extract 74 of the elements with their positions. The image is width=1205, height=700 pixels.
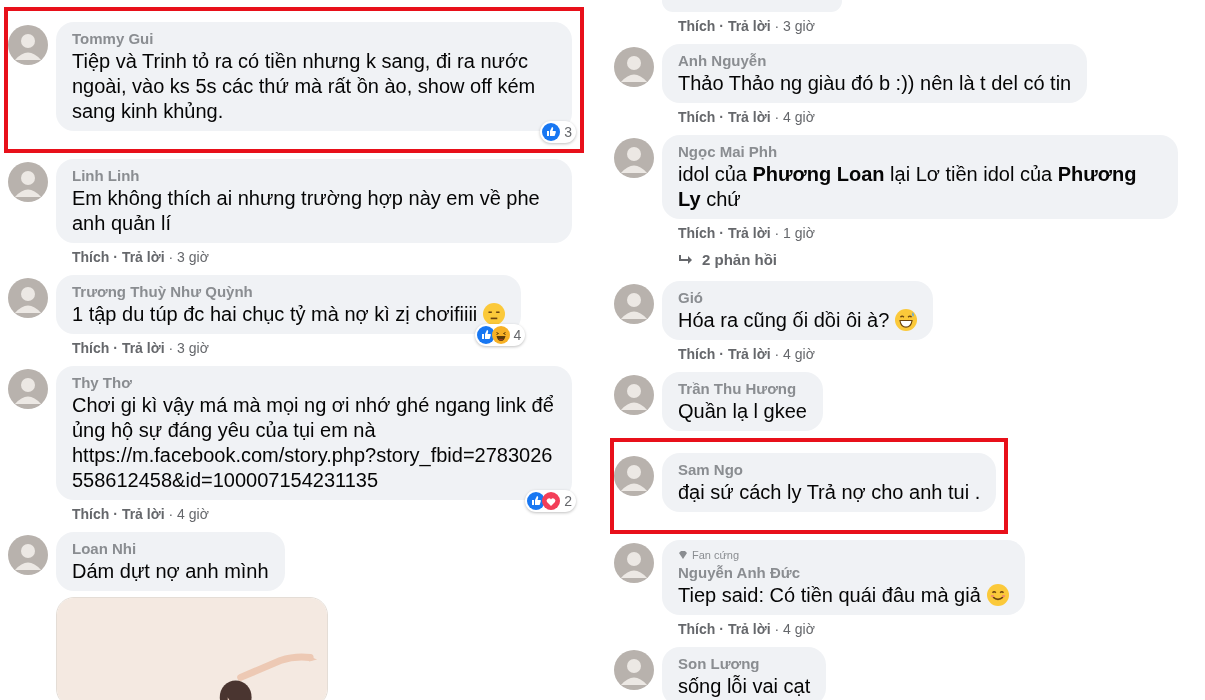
reaction-count[interactable]: 3 [540,121,576,143]
comment-text: 1 tập du túp đc hai chục tỷ mà nợ kì zị chơifiiii [72,302,478,327]
like-link[interactable]: Thích [678,618,716,640]
comment-text: Dám dựt nợ anh mình [72,559,269,584]
avatar[interactable] [8,25,48,65]
avatar[interactable] [8,162,48,202]
avatar[interactable] [8,535,48,575]
author-name[interactable]: Sam Ngo [678,460,981,480]
comment-time: · 1 giờ [774,223,815,243]
comment-time: · 4 giờ [774,619,815,639]
avatar[interactable] [614,47,654,87]
like-reaction-icon [476,326,495,344]
reply-link[interactable]: · Trả lời [113,503,165,525]
reply-link[interactable]: · Trả lời [719,222,771,244]
comment-time: · 3 giờ [168,338,209,358]
avatar[interactable] [8,278,48,318]
like-link[interactable]: Thích [678,106,716,128]
author-name[interactable]: Trần Thu Hương [678,379,807,399]
avatar[interactable] [8,369,48,409]
author-name[interactable]: Gió [678,288,918,308]
comment-text: Hóa ra cũng ối dồi ôi à? [678,308,890,333]
reply-link[interactable]: · Trả lời [719,343,771,365]
comment-text: đại sứ cách ly Trả nợ cho anh tui . [678,480,981,505]
like-reaction-icon [542,123,561,141]
like-link[interactable]: Thích [72,246,110,268]
author-name[interactable]: Loan Nhi [72,539,269,559]
reply-arrow-icon [678,254,694,266]
comment-time: · 3 giờ [168,247,209,267]
like-link[interactable]: Thích [72,337,110,359]
comment-text: Em không thích ai nhưng trường hợp này em về phe anh quản lí [72,186,541,236]
laughing-face-icon [491,326,510,344]
author-name[interactable]: Tommy Gui [72,29,556,49]
heart-reaction-icon [542,492,561,510]
reaction-count[interactable]: 2 [525,490,576,512]
author-name[interactable]: Son Lương [678,654,811,674]
comment-text: Tiệp và Trinh tỏ ra có tiền nhưng k sang, đi ra nước ngoài, vào ks 5s các thứ mà rất ồn ào, show off kém sang kinh khủng. [72,49,537,124]
comment-text: sống lỗi vai cạt [678,674,811,699]
comment-text: idol của Phương Loan lại Lơ tiền idol của Phương Ly chứ [678,162,1138,212]
reply-link[interactable]: · Trả lời [113,246,165,268]
link[interactable]: https://m.facebook.com/story.php?story_fbid=2783026558612458&id=100007154231135 [72,443,556,493]
diamond-icon [678,550,688,560]
author-name[interactable]: Linh Linh [72,166,556,186]
badge-label: Fan cứng [692,548,740,563]
like-link[interactable]: Thích [678,343,716,365]
like-link[interactable]: Thích [72,503,110,525]
comment-time: · 4 giờ [774,344,815,364]
grinning-sweat-emoji-icon [895,309,918,331]
comment-time: · 4 giờ [168,504,209,524]
avatar[interactable] [614,543,654,583]
reply-link[interactable]: · Trả lời [719,15,771,37]
author-name[interactable]: Anh Nguyễn [678,51,1072,71]
reply-link[interactable]: · Trả lời [113,337,165,359]
avatar[interactable] [614,138,654,178]
like-link[interactable]: Thích [678,222,716,244]
comment-time: · 4 giờ [774,107,815,127]
comment-text: Quần lạ l gkee [678,399,807,424]
author-name[interactable]: Trương Thuỳ Như Quỳnh [72,282,506,302]
smiling-face-emoji-icon [986,584,1009,606]
sad-face-emoji-icon [483,303,506,325]
comment-text: Tiep said: Có tiền quái đâu mà giả [678,583,981,608]
comment-text: Thảo Thảo ng giàu đó b :)) nên là t del có tin [678,71,1072,96]
avatar[interactable] [614,284,654,324]
comment-time: · 3 giờ [774,16,815,36]
author-name[interactable]: Ngọc Mai Phh [678,142,1162,162]
reply-link[interactable]: · Trả lời [719,106,771,128]
replies-link[interactable]: 2 phản hồi [662,245,777,275]
avatar[interactable] [614,650,654,690]
avatar[interactable] [614,375,654,415]
reply-link[interactable]: · Trả lời [719,618,771,640]
reaction-count[interactable]: 4 [474,324,526,346]
author-name[interactable]: Nguyễn Anh Đức [678,563,1009,583]
avatar[interactable] [614,456,654,496]
like-link[interactable]: Thích [678,15,716,37]
author-name[interactable]: Thy Thơ [72,373,556,393]
